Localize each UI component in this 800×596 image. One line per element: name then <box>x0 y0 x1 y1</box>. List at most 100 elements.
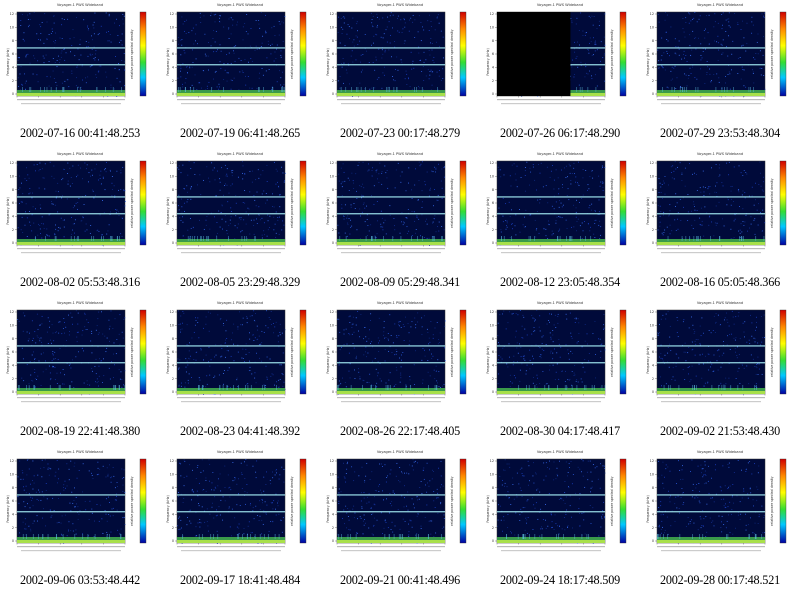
y-tick-label: 4 <box>492 364 494 368</box>
spectrogram-thumbnail[interactable]: Voyager-1 PWS Wideband Frequency (kHz) 12 1… <box>320 298 480 447</box>
y-tick-label: 4 <box>332 513 334 517</box>
y-tick-label: 2 <box>172 79 174 83</box>
y-tick-label: 8 <box>172 39 174 43</box>
y-tick-label: 10 <box>650 324 654 328</box>
plot-title: Voyager-1 PWS Wideband <box>537 152 583 156</box>
spectrogram-thumbnail[interactable]: Voyager-1 PWS Wideband Frequency (kHz) 12 1… <box>640 149 800 298</box>
spectrogram-area <box>176 160 286 246</box>
spectrogram-plot: Voyager-1 PWS Wideband Frequency (kHz) 12 1… <box>166 152 307 254</box>
y-tick-label: 10 <box>490 473 494 477</box>
y-tick-label: 4 <box>332 66 334 70</box>
y-tick-label: 6 <box>332 350 334 354</box>
y-tick-label: 8 <box>492 188 494 192</box>
spectrogram-plot: Voyager-1 PWS Wideband Frequency (kHz) 12 1… <box>6 450 147 552</box>
y-tick-label: 10 <box>170 175 174 179</box>
spectrogram-plot: Voyager-1 PWS Wideband Frequency (kHz) 12 1… <box>166 301 307 403</box>
spectrogram-thumbnail[interactable]: Voyager-1 PWS Wideband Frequency (kHz) 12 1… <box>160 298 320 447</box>
spectrogram-thumbnail[interactable]: Voyager-1 PWS Wideband Frequency (kHz) 12 1… <box>640 298 800 447</box>
colorbar <box>619 11 627 97</box>
spectrogram-thumbnail[interactable]: Voyager-1 PWS Wideband Frequency (kHz) 12 1… <box>480 0 640 149</box>
plot-title: Voyager-1 PWS Wideband <box>537 301 583 305</box>
y-tick-label: 0 <box>652 241 654 245</box>
spectrogram-thumbnail[interactable]: Voyager-1 PWS Wideband Frequency (kHz) 12 1… <box>480 149 640 298</box>
plot-title: Voyager-1 PWS Wideband <box>217 450 263 454</box>
spectrogram-thumbnail[interactable]: Voyager-1 PWS Wideband Frequency (kHz) 12 1… <box>160 0 320 149</box>
y-tick-label: 0 <box>332 390 334 394</box>
y-tick-label: 6 <box>652 499 654 503</box>
spectrogram-thumbnail[interactable]: Voyager-1 PWS Wideband Frequency (kHz) 12 1… <box>640 0 800 149</box>
y-tick-label: 0 <box>492 390 494 394</box>
y-tick-label: 12 <box>330 310 334 314</box>
y-axis-label: Frequency (kHz) <box>166 48 170 76</box>
colorbar <box>779 458 787 544</box>
y-tick-label: 0 <box>172 390 174 394</box>
y-tick-label: 2 <box>492 228 494 232</box>
colorbar-label: relative power spectral density <box>130 29 134 79</box>
y-tick-label: 10 <box>330 473 334 477</box>
y-tick-label: 2 <box>172 228 174 232</box>
plot-title: Voyager-1 PWS Wideband <box>697 301 743 305</box>
y-tick-label: 4 <box>492 215 494 219</box>
spectrogram-area <box>336 11 446 97</box>
thumbnail-gallery: Voyager-1 PWS Wideband Frequency (kHz) 12 1… <box>0 0 800 596</box>
thumbnail-caption: 2002-09-28 00:17:48.521 <box>660 573 780 587</box>
y-tick-label: 2 <box>12 79 14 83</box>
y-tick-label: 10 <box>330 26 334 30</box>
spectrogram-thumbnail[interactable]: Voyager-1 PWS Wideband Frequency (kHz) 12 1… <box>480 447 640 596</box>
spectrogram-thumbnail[interactable]: Voyager-1 PWS Wideband Frequency (kHz) 12 1… <box>160 447 320 596</box>
y-tick-label: 4 <box>172 513 174 517</box>
y-axis-label: Frequency (kHz) <box>646 495 650 523</box>
y-tick-label: 2 <box>172 377 174 381</box>
spectrogram-thumbnail[interactable]: Voyager-1 PWS Wideband Frequency (kHz) 12 1… <box>320 149 480 298</box>
plot-title: Voyager-1 PWS Wideband <box>537 450 583 454</box>
y-tick-label: 10 <box>650 473 654 477</box>
y-tick-label: 0 <box>652 539 654 543</box>
y-tick-label: 0 <box>12 92 14 96</box>
spectrogram-thumbnail[interactable]: Voyager-1 PWS Wideband Frequency (kHz) 12 1… <box>480 298 640 447</box>
y-tick-label: 10 <box>170 26 174 30</box>
thumbnail-caption: 2002-08-30 04:17:48.417 <box>500 424 620 438</box>
y-tick-label: 8 <box>12 188 14 192</box>
y-tick-label: 4 <box>12 513 14 517</box>
y-tick-label: 10 <box>170 473 174 477</box>
thumbnail-caption: 2002-08-26 22:17:48.405 <box>340 424 460 438</box>
y-tick-label: 10 <box>10 26 14 30</box>
thumbnail-caption: 2002-07-29 23:53:48.304 <box>660 126 780 140</box>
spectrogram-thumbnail[interactable]: Voyager-1 PWS Wideband Frequency (kHz) 12 1… <box>0 149 160 298</box>
spectrogram-plot: Voyager-1 PWS Wideband Frequency (kHz) 12 1… <box>326 301 467 403</box>
spectrogram-thumbnail[interactable]: Voyager-1 PWS Wideband Frequency (kHz) 12 1… <box>320 0 480 149</box>
spectrogram-thumbnail[interactable]: Voyager-1 PWS Wideband Frequency (kHz) 12 1… <box>0 0 160 149</box>
y-tick-label: 10 <box>650 26 654 30</box>
spectrogram-thumbnail[interactable]: Voyager-1 PWS Wideband Frequency (kHz) 12 1… <box>0 447 160 596</box>
y-tick-label: 8 <box>652 486 654 490</box>
thumbnail-caption: 2002-07-23 00:17:48.279 <box>340 126 460 140</box>
y-axis-label: Frequency (kHz) <box>646 48 650 76</box>
y-axis-label: Frequency (kHz) <box>486 197 490 225</box>
spectrogram-area <box>496 160 606 246</box>
colorbar <box>619 458 627 544</box>
y-tick-label: 8 <box>172 486 174 490</box>
y-tick-label: 6 <box>492 350 494 354</box>
thumbnail-caption: 2002-09-24 18:17:48.509 <box>500 573 620 587</box>
plot-title: Voyager-1 PWS Wideband <box>217 3 263 7</box>
y-tick-label: 6 <box>12 350 14 354</box>
y-tick-label: 8 <box>332 486 334 490</box>
spectrogram-thumbnail[interactable]: Voyager-1 PWS Wideband Frequency (kHz) 12 1… <box>160 149 320 298</box>
y-tick-label: 8 <box>652 337 654 341</box>
spectrogram-thumbnail[interactable]: Voyager-1 PWS Wideband Frequency (kHz) 12 1… <box>640 447 800 596</box>
spectrogram-thumbnail[interactable]: Voyager-1 PWS Wideband Frequency (kHz) 12 1… <box>0 298 160 447</box>
thumbnail-caption: 2002-08-12 23:05:48.354 <box>500 275 620 289</box>
colorbar <box>619 160 627 246</box>
y-tick-label: 12 <box>10 12 14 16</box>
colorbar-label: relative power spectral density <box>290 327 294 377</box>
spectrogram-thumbnail[interactable]: Voyager-1 PWS Wideband Frequency (kHz) 12 1… <box>320 447 480 596</box>
y-tick-label: 12 <box>330 12 334 16</box>
y-tick-label: 4 <box>332 364 334 368</box>
y-tick-label: 6 <box>172 350 174 354</box>
y-tick-label: 2 <box>332 79 334 83</box>
colorbar <box>459 309 467 395</box>
spectrogram-plot: Voyager-1 PWS Wideband Frequency (kHz) 12 1… <box>646 301 787 403</box>
y-axis-label: Frequency (kHz) <box>6 197 10 225</box>
y-tick-label: 12 <box>330 161 334 165</box>
y-tick-label: 10 <box>650 175 654 179</box>
